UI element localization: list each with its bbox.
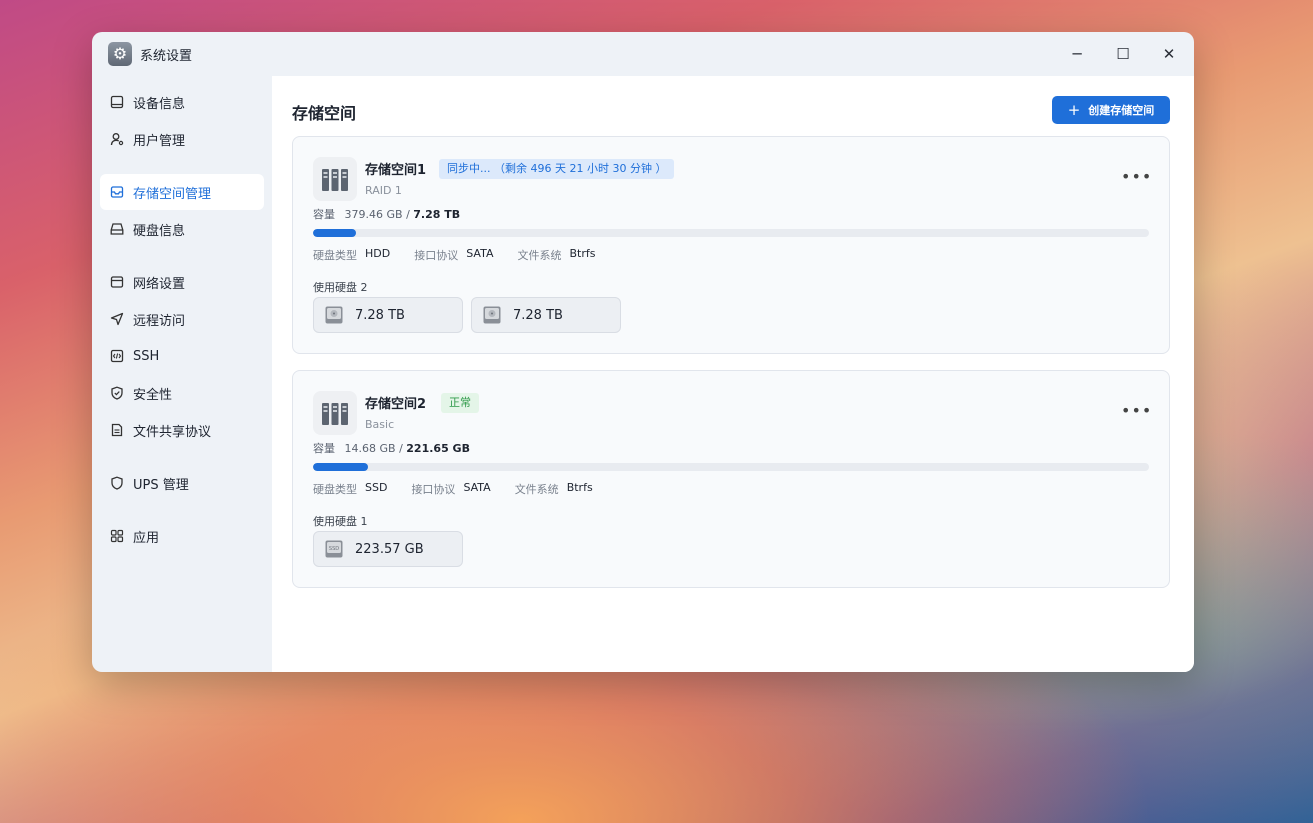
capacity-info: 容量 379.46 GB / 7.28 TB xyxy=(313,206,460,222)
disk-chip[interactable]: 7.28 TB xyxy=(313,297,463,333)
filesystem-label: 文件系统 xyxy=(514,483,559,496)
interface-label: 接口协议 xyxy=(414,249,459,262)
sidebar-item-label: 设备信息 xyxy=(133,96,186,112)
file-share-icon xyxy=(109,422,125,438)
minimize-button[interactable]: ─ xyxy=(1062,40,1092,68)
capacity-bar xyxy=(313,229,1149,237)
status-badge: 同步中... （剩余 496 天 21 小时 30 分钟 ） xyxy=(439,159,675,179)
disk-size: 223.57 GB xyxy=(355,541,424,557)
remote-icon xyxy=(109,311,125,327)
apps-icon xyxy=(109,528,125,544)
shield-icon xyxy=(109,385,125,401)
disk-chip[interactable]: 7.28 TB xyxy=(471,297,621,333)
filesystem-value: Btrfs xyxy=(569,247,596,260)
sidebar-item-file-sharing[interactable]: 文件共享协议 xyxy=(100,412,264,448)
server-icon xyxy=(313,391,357,435)
disk-size: 7.28 TB xyxy=(355,307,405,323)
server-icon xyxy=(313,157,357,201)
main-content: 存储空间 + 创建存储空间 存储空间1 同步中... （剩余 496 天 21 … xyxy=(272,76,1194,672)
more-options-icon[interactable]: ••• xyxy=(1121,167,1151,186)
sidebar-item-apps[interactable]: 应用 xyxy=(100,518,264,554)
capacity-info: 容量 14.68 GB / 221.65 GB xyxy=(313,440,470,456)
gear-icon: ⚙ xyxy=(108,42,132,66)
sidebar-item-security[interactable]: 安全性 xyxy=(100,375,264,411)
sidebar-item-remote-access[interactable]: 远程访问 xyxy=(100,301,264,337)
pool-name: 存储空间1 xyxy=(365,163,427,178)
sidebar-item-user-management[interactable]: 用户管理 xyxy=(100,121,264,157)
page-title: 存储空间 xyxy=(292,104,357,123)
disk-type-value: HDD xyxy=(365,247,391,260)
sidebar: 设备信息 用户管理 存储空间管理 硬盘信息 网络设置 远程访问 SSH 安全性 … xyxy=(92,76,272,672)
settings-window: ⚙ 系统设置 ─ ☐ ✕ 设备信息 用户管理 存储空间管理 硬盘信息 网络设置 … xyxy=(92,32,1194,672)
sidebar-item-device-info[interactable]: 设备信息 xyxy=(100,84,264,120)
sidebar-item-disk-info[interactable]: 硬盘信息 xyxy=(100,211,264,247)
sidebar-item-label: 安全性 xyxy=(133,387,173,403)
sidebar-item-label: 存储空间管理 xyxy=(133,186,212,202)
disk-icon xyxy=(109,221,125,237)
more-options-icon[interactable]: ••• xyxy=(1121,401,1151,420)
ssd-icon: SSD xyxy=(323,538,345,560)
window-title: 系统设置 xyxy=(140,49,193,64)
hdd-icon xyxy=(481,304,503,326)
capacity-used: 14.68 GB xyxy=(344,442,396,455)
pool-specs: 硬盘类型 HDD 接口协议 SATA 文件系统 Btrfs xyxy=(313,247,619,263)
status-badge: 正常 xyxy=(441,393,479,413)
network-icon xyxy=(109,274,125,290)
hdd-icon xyxy=(323,304,345,326)
pool-specs: 硬盘类型 SSD 接口协议 SATA 文件系统 Btrfs xyxy=(313,481,617,497)
sidebar-item-label: 硬盘信息 xyxy=(133,223,186,239)
storage-icon xyxy=(109,184,125,200)
sidebar-item-ups[interactable]: UPS 管理 xyxy=(100,465,264,501)
sidebar-item-label: 应用 xyxy=(133,530,160,546)
interface-label: 接口协议 xyxy=(411,483,456,496)
disk-type-label: 硬盘类型 xyxy=(313,249,357,262)
sidebar-item-label: 远程访问 xyxy=(133,313,186,329)
raid-type: Basic xyxy=(365,418,395,431)
capacity-total: 221.65 GB xyxy=(406,442,470,455)
create-storage-button[interactable]: + 创建存储空间 xyxy=(1052,96,1170,124)
title-bar: ⚙ 系统设置 ─ ☐ ✕ xyxy=(92,32,1194,76)
close-button[interactable]: ✕ xyxy=(1154,40,1184,68)
sidebar-item-ssh[interactable]: SSH xyxy=(100,338,264,374)
plus-icon: + xyxy=(1067,101,1081,119)
sidebar-item-label: 网络设置 xyxy=(133,276,186,292)
interface-value: SATA xyxy=(466,247,494,260)
capacity-bar-fill xyxy=(313,463,369,471)
disk-chip[interactable]: SSD 223.57 GB xyxy=(313,531,463,567)
ups-icon xyxy=(109,475,125,491)
maximize-button[interactable]: ☐ xyxy=(1108,40,1138,68)
ssh-icon xyxy=(109,348,125,364)
storage-pool-card: 存储空间1 同步中... （剩余 496 天 21 小时 30 分钟 ） RAI… xyxy=(292,136,1170,354)
disk-type-label: 硬盘类型 xyxy=(313,483,357,496)
capacity-bar xyxy=(313,463,1149,471)
sidebar-item-network-settings[interactable]: 网络设置 xyxy=(100,264,264,300)
disks-used-label: 使用硬盘 2 xyxy=(313,281,368,294)
sidebar-item-label: SSH xyxy=(133,348,160,364)
capacity-label: 容量 xyxy=(313,208,335,221)
disks-used-label: 使用硬盘 1 xyxy=(313,515,368,528)
capacity-separator: / xyxy=(399,442,403,455)
capacity-used: 379.46 GB xyxy=(344,208,403,221)
device-icon xyxy=(109,94,125,110)
sidebar-item-label: 文件共享协议 xyxy=(133,424,212,440)
pool-name: 存储空间2 xyxy=(365,397,427,412)
disk-size: 7.28 TB xyxy=(513,307,563,323)
filesystem-value: Btrfs xyxy=(566,481,593,494)
create-storage-label: 创建存储空间 xyxy=(1088,104,1155,117)
capacity-total: 7.28 TB xyxy=(413,208,461,221)
interface-value: SATA xyxy=(463,481,491,494)
sidebar-item-label: UPS 管理 xyxy=(133,477,189,493)
capacity-label: 容量 xyxy=(313,442,335,455)
user-icon xyxy=(109,131,125,147)
disk-type-value: SSD xyxy=(365,481,388,494)
filesystem-label: 文件系统 xyxy=(517,249,562,262)
raid-type: RAID 1 xyxy=(365,184,402,197)
capacity-bar-fill xyxy=(313,229,356,237)
svg-text:SSD: SSD xyxy=(329,546,339,552)
storage-pool-card: 存储空间2 正常 Basic ••• 容量 14.68 GB / 221.65 … xyxy=(292,370,1170,588)
sidebar-item-storage-management[interactable]: 存储空间管理 xyxy=(100,174,264,210)
sidebar-item-label: 用户管理 xyxy=(133,133,186,149)
capacity-separator: / xyxy=(406,208,410,221)
